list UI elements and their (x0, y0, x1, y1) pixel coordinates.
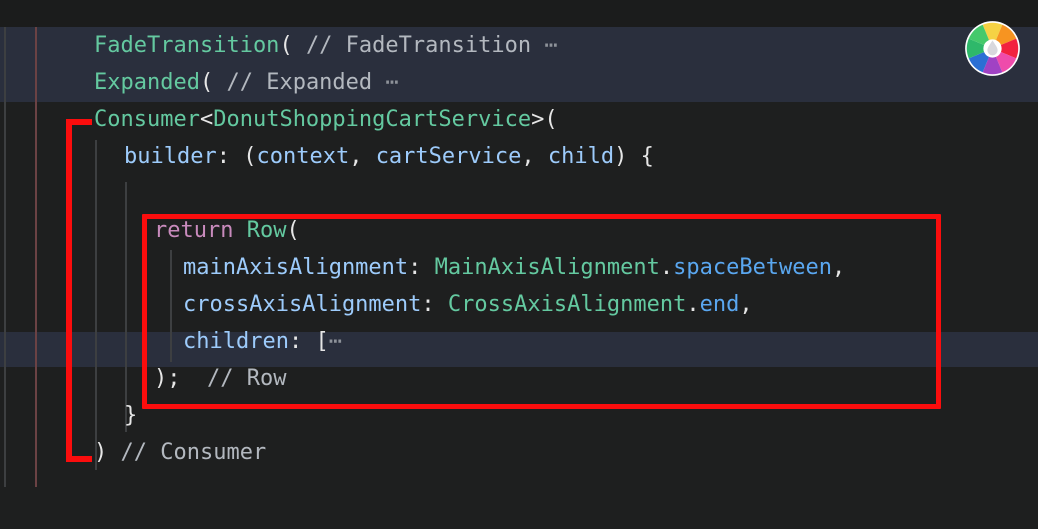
line-consumer-token-3: >( (531, 107, 558, 132)
line-expanded-token-2 (213, 70, 226, 95)
line-mainaxisalignment-token-3: . (659, 255, 674, 280)
line-close-consumer-token-1 (107, 440, 120, 465)
line-crossaxisalignment-token-0: crossAxisAlignment (183, 292, 422, 317)
line-fadetransition-token-1: ( (279, 33, 293, 58)
line-children-token-1: : [ (288, 329, 329, 354)
line-consumer-token-0: Consumer (94, 107, 200, 132)
line-mainaxisalignment-token-1: : (408, 255, 435, 280)
line-consumer-token-2: DonutShoppingCartService (213, 107, 532, 132)
line-expanded[interactable]: Expanded( // Expanded ⋯ (0, 64, 1038, 101)
line-children-token-2: ⋯ (328, 329, 343, 354)
line-children[interactable]: children: [⋯ (0, 323, 1038, 360)
line-mainaxisalignment-token-0: mainAxisAlignment (183, 255, 409, 280)
line-close-consumer-token-2: // Consumer (120, 440, 267, 465)
line-children-token-0: children (183, 329, 289, 354)
line-close-consumer[interactable]: ) // Consumer (0, 434, 1038, 471)
line-builder-token-4: cartService (375, 144, 522, 169)
line-builder-token-3: , (349, 144, 376, 169)
line-crossaxisalignment-token-5: , (739, 292, 753, 317)
line-mainaxisalignment[interactable]: mainAxisAlignment: MainAxisAlignment.spa… (0, 249, 1038, 286)
line-blank[interactable] (0, 175, 1038, 212)
code-content[interactable]: FadeTransition( // FadeTransition ⋯ Expan… (0, 27, 1038, 471)
line-fadetransition[interactable]: FadeTransition( // FadeTransition ⋯ (0, 27, 1038, 64)
line-fadetransition-token-0: FadeTransition (94, 33, 280, 58)
line-mainaxisalignment-token-2: MainAxisAlignment (434, 255, 660, 280)
line-return-row-token-0: return (154, 218, 234, 243)
line-builder-token-7: ) { (614, 144, 654, 169)
line-expanded-token-1: ( (199, 70, 214, 95)
line-consumer[interactable]: Consumer<DonutShoppingCartService>( (0, 101, 1038, 138)
line-builder-token-2: context (256, 144, 350, 169)
line-crossaxisalignment-token-4: end (699, 292, 740, 317)
line-expanded-token-3: // Expanded (226, 70, 386, 95)
line-mainaxisalignment-token-5: , (832, 255, 846, 280)
line-fadetransition-token-2 (293, 33, 306, 58)
line-return-row-token-3: ( (286, 218, 300, 243)
line-close-brace[interactable]: } (0, 397, 1038, 434)
line-return-row-token-1 (233, 218, 246, 243)
editor-top-strip (0, 0, 1038, 27)
line-crossaxisalignment-token-1: : (421, 292, 448, 317)
line-expanded-token-4: ⋯ (385, 70, 400, 95)
line-mainaxisalignment-token-4: spaceBetween (673, 255, 833, 280)
line-crossaxisalignment-token-2: CrossAxisAlignment (447, 292, 687, 317)
line-builder[interactable]: builder: (context, cartService, child) { (0, 138, 1038, 175)
line-builder-token-0: builder (124, 144, 217, 169)
line-close-row-token-0: ); (154, 366, 181, 391)
line-return-row[interactable]: return Row( (0, 212, 1038, 249)
line-builder-token-6: child (547, 144, 615, 169)
line-builder-token-5: , (521, 144, 548, 169)
line-crossaxisalignment[interactable]: crossAxisAlignment: CrossAxisAlignment.e… (0, 286, 1038, 323)
line-builder-token-1: : ( (216, 144, 257, 169)
line-expanded-token-0: Expanded (94, 70, 200, 95)
code-editor[interactable]: FadeTransition( // FadeTransition ⋯ Expan… (0, 0, 1038, 529)
line-close-row[interactable]: ); // Row (0, 360, 1038, 397)
line-fadetransition-token-3: // FadeTransition (305, 33, 545, 58)
line-return-row-token-2: Row (246, 218, 287, 243)
color-wheel-icon[interactable] (964, 20, 1021, 77)
line-close-brace-token-0: } (124, 403, 138, 428)
line-close-consumer-token-0: ) (94, 440, 108, 465)
line-close-row-token-2: // Row (207, 366, 287, 391)
line-fadetransition-token-4: ⋯ (544, 33, 559, 58)
line-close-row-token-1 (181, 366, 208, 391)
line-consumer-token-1: < (199, 107, 214, 132)
line-crossaxisalignment-token-3: . (686, 292, 700, 317)
